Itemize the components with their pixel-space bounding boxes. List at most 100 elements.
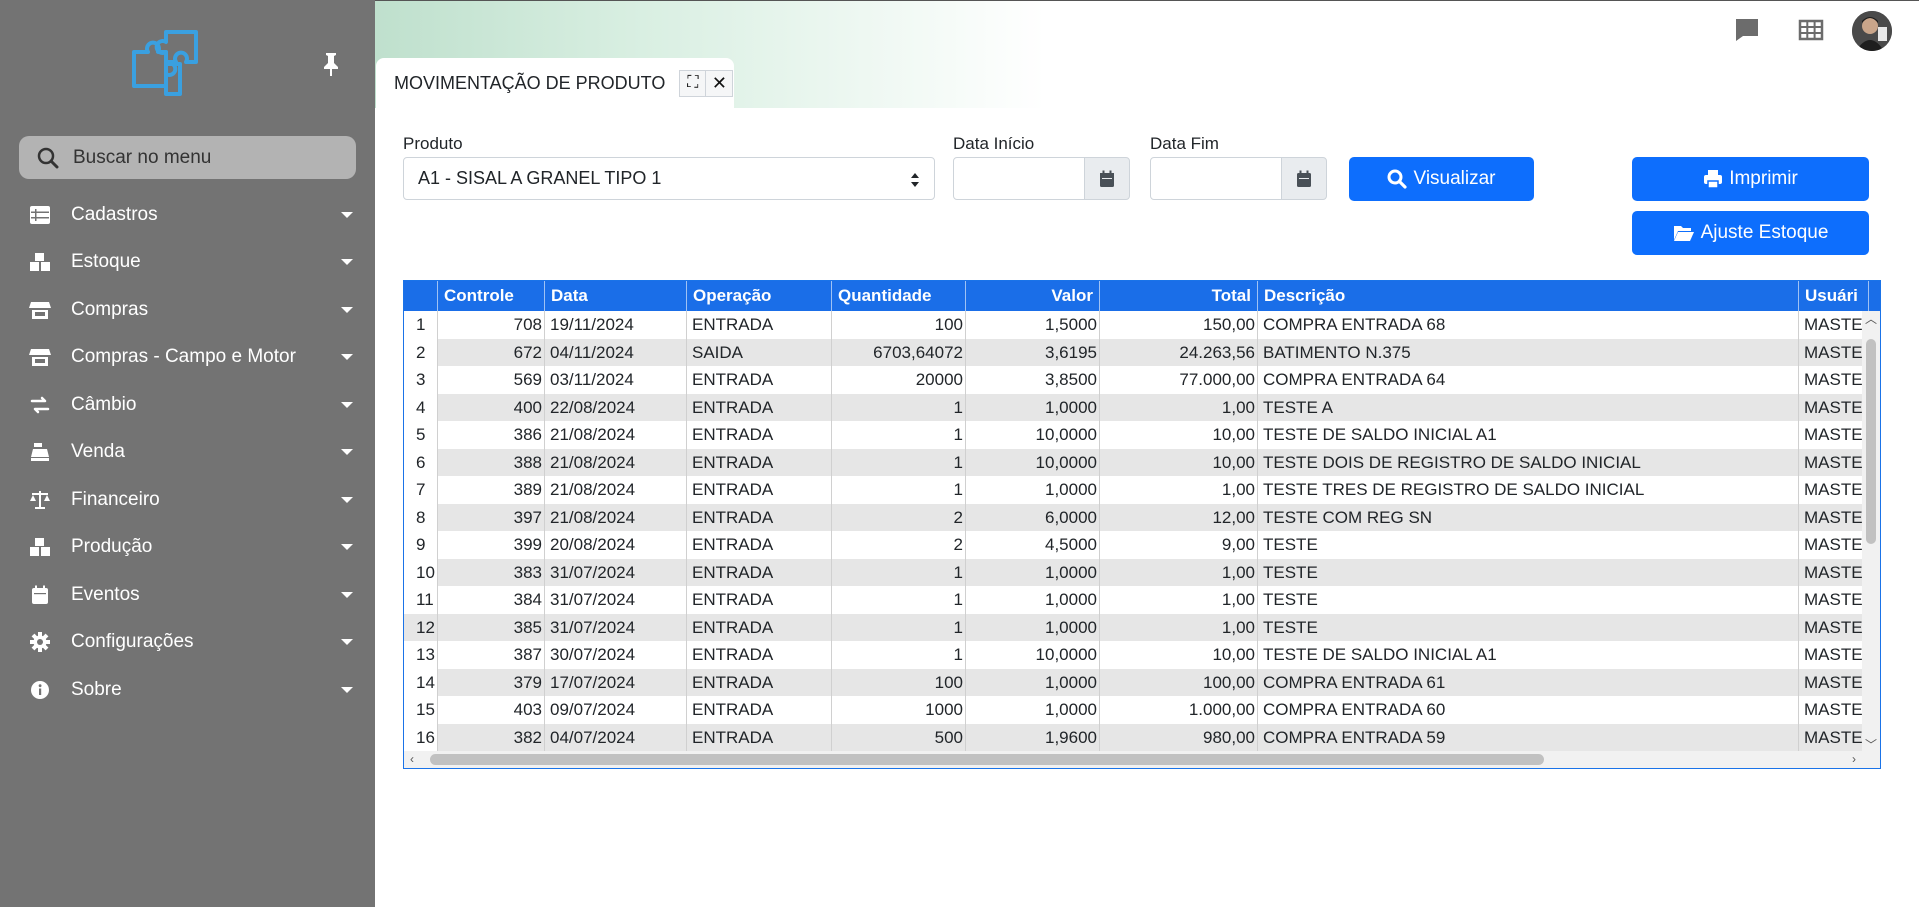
column-header-valor[interactable]: Valor bbox=[966, 281, 1100, 311]
scroll-down-icon[interactable]: ﹀ bbox=[1865, 739, 1877, 751]
sidebar-item-cadastros[interactable]: Cadastros bbox=[0, 191, 375, 239]
cell-valor: 1,5000 bbox=[966, 311, 1100, 339]
cell-index: 15 bbox=[404, 696, 438, 724]
sidebar-item-estoque[interactable]: Estoque bbox=[0, 239, 375, 287]
sidebar-item-configuracoes[interactable]: Configurações bbox=[0, 619, 375, 667]
cell-valor: 10,0000 bbox=[966, 448, 1100, 476]
cell-index: 12 bbox=[404, 613, 438, 641]
user-avatar-icon bbox=[1852, 11, 1892, 51]
cell-operacao: ENTRADA bbox=[687, 641, 832, 669]
pin-icon[interactable] bbox=[320, 52, 342, 76]
table-row[interactable]: 9 399 20/08/2024 ENTRADA 2 4,5000 9,00 TESTE MAS… bbox=[404, 531, 1869, 559]
sidebar-item-financeiro[interactable]: Financeiro bbox=[0, 476, 375, 524]
column-header-quantidade[interactable]: Quantidade bbox=[832, 281, 966, 311]
column-header-descricao[interactable]: Descrição bbox=[1258, 281, 1799, 311]
table-row[interactable]: 12 385 31/07/2024 ENTRADA 1 1,0000 1,00 TESTE MA… bbox=[404, 613, 1869, 641]
cell-descricao: TESTE DE SALDO INICIAL A1 bbox=[1258, 641, 1799, 669]
cell-controle: 388 bbox=[438, 448, 545, 476]
search-icon bbox=[37, 147, 59, 168]
cell-data: 31/07/2024 bbox=[545, 613, 687, 641]
column-header-operacao[interactable]: Operação bbox=[687, 281, 832, 311]
table-row[interactable]: 5 386 21/08/2024 ENTRADA 1 10,0000 10,00 TESTE … bbox=[404, 421, 1869, 449]
sidebar: Cadastros Estoque Compras Compras - Campo e… bbox=[0, 0, 375, 907]
sidebar-item-label: Compras - Campo e Motor bbox=[71, 346, 296, 368]
table-row[interactable]: 11 384 31/07/2024 ENTRADA 1 1,0000 1,00 TESTE MA… bbox=[404, 586, 1869, 614]
grid-body: 1 708 19/11/2024 ENTRADA 100 1,5000 150,00 COMP… bbox=[404, 311, 1869, 751]
table-row[interactable]: 2 672 04/11/2024 SAIDA 6703,64072 3,6195 24.26… bbox=[404, 338, 1869, 366]
cell-total: 24.263,56 bbox=[1100, 338, 1258, 366]
cell-controle: 385 bbox=[438, 613, 545, 641]
column-header-data[interactable]: Data bbox=[545, 281, 687, 311]
ajuste-estoque-button[interactable]: Ajuste Estoque bbox=[1632, 211, 1869, 255]
expand-icon[interactable]: ⛶ bbox=[679, 69, 707, 97]
table-row[interactable]: 1 708 19/11/2024 ENTRADA 100 1,5000 150,00 COMP… bbox=[404, 311, 1869, 339]
cell-quantidade: 2 bbox=[832, 503, 966, 531]
cell-index: 1 bbox=[404, 311, 438, 339]
scroll-up-icon[interactable]: ︿ bbox=[1865, 313, 1877, 325]
gear-icon bbox=[29, 631, 51, 653]
cell-descricao: COMPRA ENTRADA 64 bbox=[1258, 366, 1799, 394]
cell-quantidade: 100 bbox=[832, 311, 966, 339]
close-icon[interactable]: ✕ bbox=[706, 69, 734, 97]
puzzle-logo-icon[interactable] bbox=[130, 28, 202, 98]
imprimir-button[interactable]: Imprimir bbox=[1632, 157, 1869, 201]
produto-label: Produto bbox=[403, 134, 463, 153]
table-row[interactable]: 7 389 21/08/2024 ENTRADA 1 1,0000 1,00 TESTE TR… bbox=[404, 476, 1869, 504]
search-input[interactable] bbox=[73, 146, 333, 169]
cell-quantidade: 1 bbox=[832, 448, 966, 476]
scroll-right-icon[interactable]: › bbox=[1852, 753, 1856, 765]
column-header-index[interactable] bbox=[404, 281, 438, 311]
scroll-left-icon[interactable]: ‹ bbox=[410, 753, 414, 765]
data-fim-calendar-button[interactable] bbox=[1281, 157, 1327, 200]
sidebar-item-label: Venda bbox=[71, 441, 125, 463]
cell-descricao: COMPRA ENTRADA 60 bbox=[1258, 696, 1799, 724]
horizontal-scrollbar[interactable]: ‹ › bbox=[404, 751, 1880, 768]
cell-index: 6 bbox=[404, 448, 438, 476]
cell-controle: 569 bbox=[438, 366, 545, 394]
menu-search[interactable] bbox=[19, 136, 356, 179]
table-row[interactable]: 10 383 31/07/2024 ENTRADA 1 1,0000 1,00 TESTE MA… bbox=[404, 558, 1869, 586]
vertical-scroll-thumb[interactable] bbox=[1866, 339, 1876, 544]
table-row[interactable]: 15 403 09/07/2024 ENTRADA 1000 1,0000 1.000,00… bbox=[404, 696, 1869, 724]
sidebar-menu: Cadastros Estoque Compras Compras - Campo e… bbox=[0, 191, 375, 714]
sidebar-item-sobre[interactable]: Sobre bbox=[0, 666, 375, 714]
cell-operacao: ENTRADA bbox=[687, 531, 832, 559]
sidebar-item-compras-campo-e-motor[interactable]: Compras - Campo e Motor bbox=[0, 334, 375, 382]
produto-select[interactable]: A1 - SISAL A GRANEL TIPO 1 bbox=[403, 157, 935, 200]
cell-valor: 1,0000 bbox=[966, 393, 1100, 421]
cell-descricao: TESTE bbox=[1258, 531, 1799, 559]
sidebar-item-venda[interactable]: Venda bbox=[0, 429, 375, 477]
table-row[interactable]: 13 387 30/07/2024 ENTRADA 1 10,0000 10,00 TESTE… bbox=[404, 641, 1869, 669]
data-inicio-calendar-button[interactable] bbox=[1084, 157, 1130, 200]
chat-icon[interactable] bbox=[1733, 16, 1761, 44]
avatar[interactable] bbox=[1852, 11, 1892, 51]
table-row[interactable]: 3 569 03/11/2024 ENTRADA 20000 3,8500 77.000,0… bbox=[404, 366, 1869, 394]
column-header-total[interactable]: Total bbox=[1100, 281, 1258, 311]
sidebar-item-eventos[interactable]: Eventos bbox=[0, 571, 375, 619]
cell-total: 12,00 bbox=[1100, 503, 1258, 531]
horizontal-scroll-thumb[interactable] bbox=[430, 754, 1544, 765]
column-header-controle[interactable]: Controle bbox=[438, 281, 545, 311]
vertical-scrollbar[interactable]: ︿ ﹀ bbox=[1862, 311, 1880, 753]
grid-apps-icon[interactable] bbox=[1797, 16, 1825, 44]
sidebar-item-producao[interactable]: Produção bbox=[0, 524, 375, 572]
sidebar-item-cambio[interactable]: Câmbio bbox=[0, 381, 375, 429]
sidebar-item-compras[interactable]: Compras bbox=[0, 286, 375, 334]
cell-operacao: ENTRADA bbox=[687, 723, 832, 751]
tab-movimentacao[interactable]: MOVIMENTAÇÃO DE PRODUTO ⛶ ✕ bbox=[376, 58, 734, 108]
cell-quantidade: 1 bbox=[832, 393, 966, 421]
table-row[interactable]: 14 379 17/07/2024 ENTRADA 100 1,0000 100,00 COM… bbox=[404, 668, 1869, 696]
calendar-icon bbox=[29, 584, 51, 606]
cell-data: 21/08/2024 bbox=[545, 476, 687, 504]
data-inicio-input[interactable] bbox=[953, 157, 1086, 200]
table-row[interactable]: 8 397 21/08/2024 ENTRADA 2 6,0000 12,00 TESTE C… bbox=[404, 503, 1869, 531]
table-row[interactable]: 16 382 04/07/2024 ENTRADA 500 1,9600 980,00 COM… bbox=[404, 723, 1869, 751]
movimentacao-grid[interactable]: Controle Data Operação Quantidade Valor Total… bbox=[403, 280, 1881, 769]
visualizar-button[interactable]: Visualizar bbox=[1349, 157, 1534, 201]
table-row[interactable]: 4 400 22/08/2024 ENTRADA 1 1,0000 1,00 TESTE AM… bbox=[404, 393, 1869, 421]
table-row[interactable]: 6 388 21/08/2024 ENTRADA 1 10,0000 10,00 TESTE … bbox=[404, 448, 1869, 476]
column-header-usuario[interactable]: Usuári bbox=[1799, 281, 1869, 311]
cell-usuario: MASTE bbox=[1799, 613, 1869, 641]
cell-index: 11 bbox=[404, 586, 438, 614]
data-fim-input[interactable] bbox=[1150, 157, 1283, 200]
